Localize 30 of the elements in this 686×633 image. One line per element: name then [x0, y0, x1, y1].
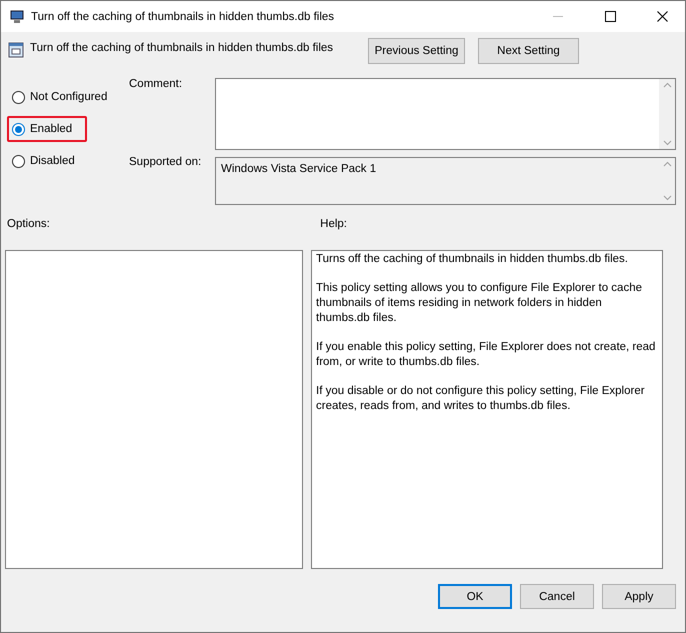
- scroll-down-icon[interactable]: [662, 140, 672, 146]
- help-label: Help:: [320, 218, 347, 230]
- cancel-button[interactable]: Cancel: [520, 584, 594, 609]
- scrollbar[interactable]: [659, 79, 675, 149]
- scroll-down-icon[interactable]: [662, 195, 672, 201]
- help-paragraph: This policy setting allows you to configure File Explorer to cache thumbnails of items residing in network folders in hidden thumbs.db files.: [316, 281, 643, 326]
- highlighted-radio-option[interactable]: Enabled: [7, 116, 87, 142]
- supported-on-label: Supported on:: [129, 156, 202, 168]
- comment-field[interactable]: [215, 78, 676, 150]
- window-title: Turn off the caching of thumbnails in hidden thumbs.db files: [31, 10, 336, 22]
- scroll-up-icon[interactable]: [662, 82, 672, 88]
- supported-on-field: Windows Vista Service Pack 1: [215, 157, 676, 205]
- options-label: Options:: [7, 218, 50, 230]
- maximize-icon: [604, 11, 616, 22]
- help-paragraph: If you disable or do not configure this policy setting, File Explorer creates, reads from, and writes to thumbs.db files.: [316, 384, 646, 414]
- radio-option[interactable]: Disabled: [7, 148, 77, 174]
- comment-label: Comment:: [129, 78, 184, 92]
- scroll-up-icon[interactable]: [662, 161, 672, 167]
- apply-button[interactable]: Apply: [602, 584, 676, 609]
- minimize-icon: [553, 16, 563, 18]
- policy-title: Turn off the caching of thumbnails in hidden thumbs.db files: [30, 42, 334, 54]
- next-setting-button[interactable]: Next Setting: [478, 38, 579, 64]
- help-paragraph: Turns off the caching of thumbnails in hidden thumbs.db files.: [316, 252, 629, 267]
- help-paragraph: If you enable this policy setting, File Explorer does not create, read from, or write to thumbs.db files.: [316, 340, 656, 370]
- previous-setting-button[interactable]: Previous Setting: [368, 38, 465, 64]
- radio-option[interactable]: Not Configured: [7, 84, 110, 110]
- close-icon: [656, 11, 668, 22]
- policy-icon: [8, 42, 24, 58]
- ok-button[interactable]: OK: [438, 584, 512, 609]
- computer-icon: [9, 8, 25, 24]
